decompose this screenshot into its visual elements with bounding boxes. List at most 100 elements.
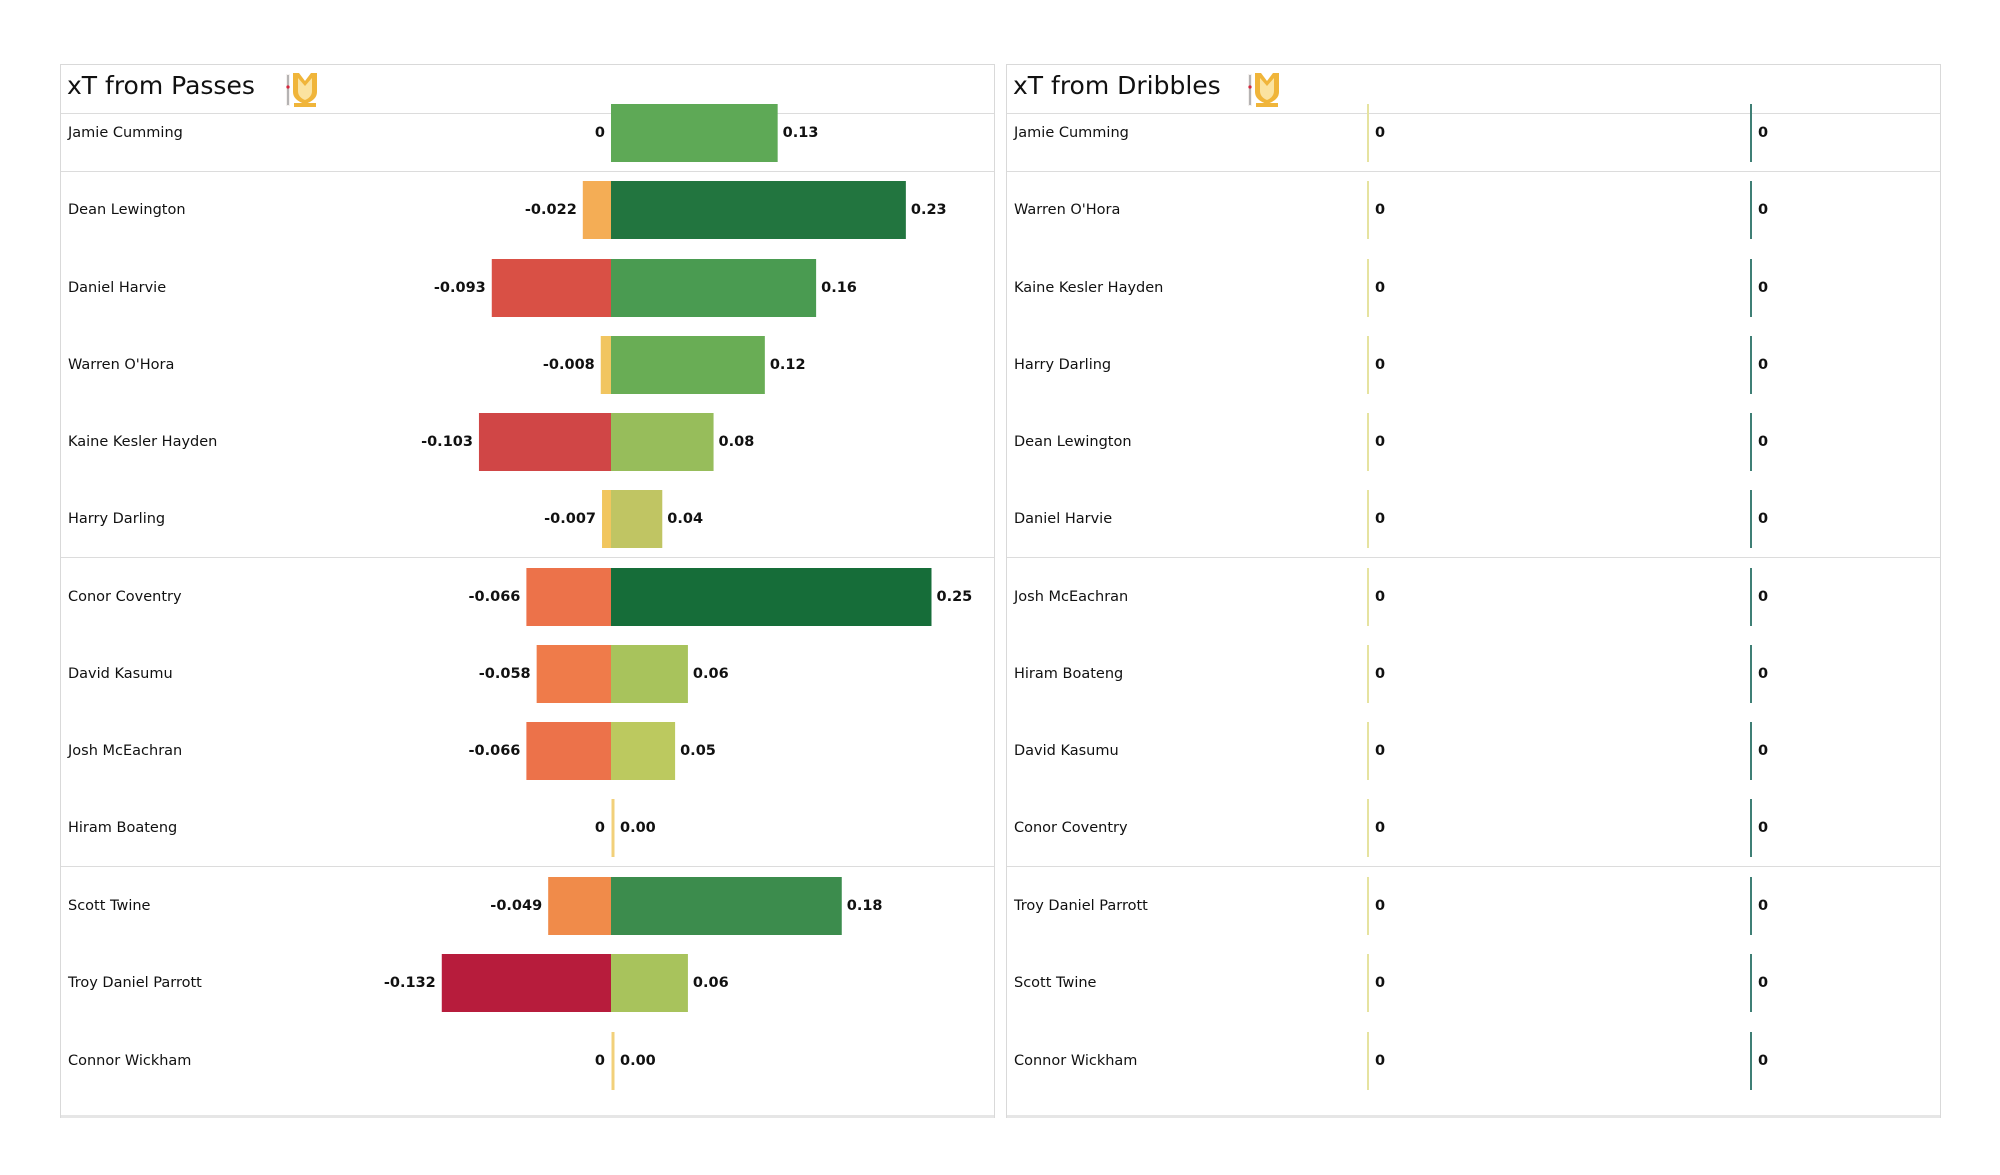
player-name: Josh McEachran [68, 743, 183, 759]
positive-value-label: 0.13 [782, 125, 819, 141]
positive-value-label: 0.05 [680, 743, 716, 759]
positive-value-label: 0.00 [620, 1053, 656, 1069]
positive-xt-bar [611, 181, 906, 239]
player-name: Dean Lewington [68, 202, 186, 218]
negative-value-label: 0 [1375, 357, 1386, 373]
positive-xt-bar [611, 568, 932, 626]
group-separator [61, 171, 994, 172]
positive-xt-bar [611, 877, 842, 935]
positive-xt-bar [611, 336, 765, 394]
positive-value-label: 0 [1758, 202, 1769, 218]
positive-value-label: 0 [1758, 511, 1769, 527]
negative-value-label: 0 [1375, 1053, 1386, 1069]
player-name: Kaine Kesler Hayden [1014, 280, 1164, 296]
positive-value-label: 0.00 [620, 820, 656, 836]
positive-value-label: 0.06 [692, 975, 729, 991]
positive-value-label: 0.16 [821, 280, 857, 296]
negative-xt-bar [600, 336, 611, 394]
positive-value-label: 0 [1758, 434, 1769, 450]
player-name: Troy Daniel Parrott [68, 975, 202, 991]
negative-value-label: -0.007 [544, 511, 597, 527]
player-name: David Kasumu [1014, 743, 1119, 759]
positive-xt-bar [611, 259, 817, 317]
negative-xt-bar [602, 490, 611, 548]
player-name: Warren O'Hora [1014, 202, 1121, 218]
negative-xt-bar [526, 722, 611, 780]
player-name: Josh McEachran [1014, 589, 1129, 605]
positive-value-label: 0 [1758, 743, 1769, 759]
positive-xt-bar [611, 645, 688, 703]
negative-value-label: -0.008 [542, 357, 595, 373]
xt-passes-panel: xT from Passes Jamie Cumming 0 0.13 Dean Le… [60, 64, 995, 1118]
positive-value-label: 0 [1758, 666, 1769, 682]
positive-value-label: 0.18 [846, 898, 883, 914]
positive-value-label: 0 [1758, 820, 1769, 836]
positive-value-label: 0 [1758, 975, 1769, 991]
negative-value-label: -0.066 [468, 589, 521, 605]
negative-value-label: -0.103 [421, 434, 473, 450]
positive-value-label: 0.04 [667, 511, 704, 527]
player-name: Troy Daniel Parrott [1014, 898, 1148, 914]
negative-value-label: 0 [1375, 589, 1386, 605]
passes-bar-chart [441, 104, 932, 1090]
negative-value-label: -0.058 [478, 666, 531, 682]
negative-xt-bar [548, 877, 611, 935]
group-separator [61, 866, 994, 867]
positive-xt-bar [611, 722, 676, 780]
negative-value-label: 0 [1375, 434, 1386, 450]
player-name: David Kasumu [68, 666, 173, 682]
positive-xt-bar [611, 954, 688, 1012]
player-name: Warren O'Hora [68, 357, 175, 373]
positive-value-label: 0 [1758, 1053, 1769, 1069]
player-name: Connor Wickham [68, 1053, 192, 1069]
negative-xt-bar [478, 413, 611, 471]
negative-xt-bar [526, 568, 611, 626]
player-name: Scott Twine [1014, 975, 1097, 991]
negative-value-label: -0.093 [433, 280, 486, 296]
panel-bottom-edge [1007, 1115, 1940, 1118]
player-name: Harry Darling [1014, 357, 1112, 373]
positive-value-label: 0.06 [692, 666, 729, 682]
negative-xt-bar [582, 181, 611, 239]
group-separator [61, 557, 994, 558]
positive-value-label: 0.08 [718, 434, 755, 450]
positive-value-label: 0 [1758, 898, 1769, 914]
negative-value-label: 0 [594, 1053, 605, 1069]
player-name: Daniel Harvie [68, 280, 167, 296]
player-name: Conor Coventry [1014, 820, 1128, 836]
negative-xt-bar [441, 954, 611, 1012]
positive-value-label: 0 [1758, 280, 1769, 296]
negative-value-label: 0 [594, 820, 605, 836]
negative-value-label: -0.066 [468, 743, 521, 759]
player-name: Hiram Boateng [68, 820, 178, 836]
negative-value-label: 0 [1375, 743, 1386, 759]
player-name: Hiram Boateng [1014, 666, 1124, 682]
group-separator [1007, 557, 1940, 558]
positive-xt-bar [611, 490, 663, 548]
player-name: Dean Lewington [1014, 434, 1132, 450]
negative-value-label: -0.049 [490, 898, 543, 914]
group-separator [1007, 171, 1940, 172]
negative-value-label: -0.022 [524, 202, 577, 218]
negative-value-label: -0.132 [383, 975, 436, 991]
player-name: Scott Twine [68, 898, 151, 914]
player-name: Kaine Kesler Hayden [68, 434, 218, 450]
dribbles-bar-chart [1367, 104, 1752, 1090]
positive-xt-bar [611, 104, 778, 162]
player-name: Jamie Cumming [68, 125, 183, 141]
xt-dribbles-panel: xT from Dribbles Jamie Cumming 0 0 Warren O… [1006, 64, 1941, 1118]
player-name: Conor Coventry [68, 589, 182, 605]
positive-value-label: 0.12 [769, 357, 806, 373]
negative-value-label: 0 [1375, 125, 1386, 141]
negative-value-label: 0 [1375, 202, 1386, 218]
player-name: Connor Wickham [1014, 1053, 1138, 1069]
negative-value-label: 0 [1375, 820, 1386, 836]
negative-xt-bar [536, 645, 611, 703]
negative-value-label: 0 [1375, 280, 1386, 296]
negative-value-label: 0 [1375, 666, 1386, 682]
player-name: Daniel Harvie [1014, 511, 1113, 527]
player-name: Jamie Cumming [1014, 125, 1129, 141]
positive-value-label: 0 [1758, 589, 1769, 605]
negative-xt-bar [491, 259, 611, 317]
group-separator [1007, 866, 1940, 867]
